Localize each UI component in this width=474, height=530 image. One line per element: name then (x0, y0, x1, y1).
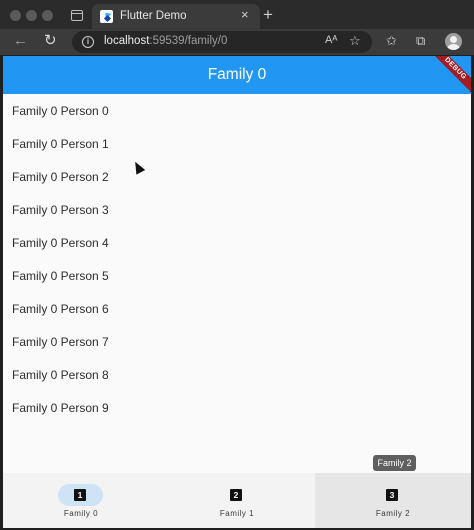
flutter-logo-icon (100, 10, 113, 23)
tab-close-icon[interactable]: × (241, 8, 249, 22)
nav-item-family-2[interactable]: 3 Family 2 (315, 473, 471, 528)
list-item[interactable]: Family 0 Person 2 (12, 170, 109, 184)
address-bar[interactable]: i localhost:59539/family/0 Aᴬ ☆ (72, 31, 372, 53)
nav-item-family-1[interactable]: 2 Family 1 (159, 473, 315, 528)
list-item[interactable]: Family 0 Person 5 (12, 269, 109, 283)
nav-item-family-0[interactable]: 1 Family 0 (3, 473, 159, 528)
number-two-icon: 2 (230, 489, 242, 501)
window-close-dot[interactable] (10, 10, 21, 21)
list-item[interactable]: Family 0 Person 7 (12, 335, 109, 349)
read-aloud-icon[interactable]: Aᴬ (325, 34, 337, 46)
tab-actions-icon[interactable] (71, 10, 83, 21)
new-tab-icon[interactable]: + (263, 6, 273, 23)
list-item[interactable]: Family 0 Person 8 (12, 368, 109, 382)
browser-tab[interactable]: Flutter Demo × (92, 4, 260, 29)
profile-avatar-icon[interactable] (445, 33, 462, 50)
url-text: localhost:59539/family/0 (104, 35, 228, 47)
number-three-icon: 3 (386, 489, 398, 501)
nav-label: Family 0 (63, 509, 99, 518)
site-info-icon[interactable]: i (82, 36, 94, 48)
mouse-cursor-icon (130, 159, 146, 175)
list-item[interactable]: Family 0 Person 0 (12, 104, 109, 118)
app-viewport: Family 0 DEBUG Family 0 Person 0 Family … (3, 56, 471, 528)
browser-titlebar: Flutter Demo × + (0, 0, 474, 29)
browser-toolbar: ← ↻ i localhost:59539/family/0 Aᴬ ☆ ✩ ⧉ (0, 29, 474, 55)
number-one-icon: 1 (74, 489, 86, 501)
favorites-icon[interactable]: ✩ (386, 33, 397, 49)
list-item[interactable]: Family 0 Person 6 (12, 302, 109, 316)
bottom-navigation-bar: 1 Family 0 2 Family 1 3 Family 2 (3, 473, 471, 528)
nav-label: Family 1 (219, 509, 255, 518)
reload-icon[interactable]: ↻ (44, 32, 57, 50)
nav-label: Family 2 (375, 509, 411, 518)
list-item[interactable]: Family 0 Person 3 (12, 203, 109, 217)
window-minimize-dot[interactable] (26, 10, 37, 21)
favorite-star-icon[interactable]: ☆ (349, 33, 361, 49)
window-maximize-dot[interactable] (42, 10, 53, 21)
collections-icon[interactable]: ⧉ (416, 33, 425, 49)
list-item[interactable]: Family 0 Person 4 (12, 236, 109, 250)
app-bar: Family 0 DEBUG (3, 56, 471, 97)
back-icon[interactable]: ← (13, 32, 28, 50)
list-item[interactable]: Family 0 Person 1 (12, 137, 109, 151)
nav-tooltip: Family 2 (373, 455, 416, 471)
page-title: Family 0 (207, 66, 267, 83)
list-item[interactable]: Family 0 Person 9 (12, 401, 109, 415)
tab-title: Flutter Demo (120, 10, 187, 22)
